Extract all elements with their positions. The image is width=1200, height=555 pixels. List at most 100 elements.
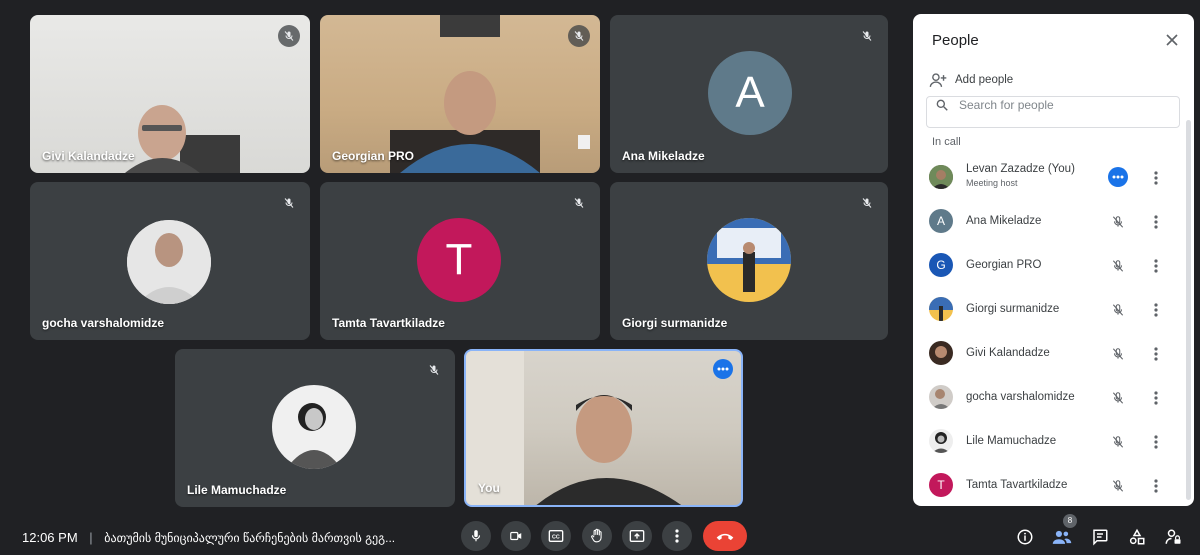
tile-tamta-tavartkiladze[interactable]: T Tamta Tavartkiladze: [320, 182, 600, 340]
present-button[interactable]: [622, 521, 652, 551]
avatar: T: [929, 473, 953, 497]
captions-icon: CC: [548, 530, 564, 542]
tile-name: Givi Kalandadze: [42, 149, 135, 163]
camera-button[interactable]: [501, 521, 531, 551]
participant-row[interactable]: gocha varshalomidze: [913, 376, 1183, 420]
mic-muted-icon[interactable]: [1107, 431, 1129, 453]
muted-icon: [568, 192, 590, 214]
participant-menu-button[interactable]: [1149, 475, 1163, 497]
people-count-badge: 8: [1063, 514, 1077, 528]
more-horiz-icon: [1112, 175, 1124, 179]
tile-gocha-varshalomidze[interactable]: gocha varshalomidze: [30, 182, 310, 340]
participant-name: Lile Mamuchadze: [966, 435, 1057, 447]
tile-name: You: [478, 481, 500, 495]
mic-muted-icon[interactable]: [1107, 211, 1129, 233]
more-options-button[interactable]: [713, 359, 733, 379]
participant-menu-button[interactable]: [1149, 211, 1163, 233]
participant-name: Levan Zazadze (You): [966, 163, 1075, 175]
participant-menu-button[interactable]: [1149, 431, 1163, 453]
meeting-details-button[interactable]: [1012, 524, 1038, 550]
muted-icon: [278, 192, 300, 214]
host-controls-button[interactable]: [1160, 524, 1186, 550]
svg-text:CC: CC: [552, 535, 560, 541]
mic-icon: [471, 530, 481, 542]
search-placeholder: Search for people: [959, 98, 1054, 112]
more-vert-icon: [1154, 303, 1158, 317]
participant-options-button[interactable]: [1108, 167, 1128, 187]
more-vert-icon: [1154, 347, 1158, 361]
search-people-input[interactable]: Search for people: [926, 96, 1180, 128]
participant-menu-button[interactable]: [1149, 387, 1163, 409]
participant-row[interactable]: A Ana Mikeladze: [913, 200, 1183, 244]
panel-scrollbar[interactable]: [1186, 120, 1191, 500]
participant-menu-button[interactable]: [1149, 255, 1163, 277]
tile-giorgi-surmanidze[interactable]: Giorgi surmanidze: [610, 182, 888, 340]
participant-row[interactable]: G Georgian PRO: [913, 244, 1183, 288]
participant-row[interactable]: Givi Kalandadze: [913, 332, 1183, 376]
more-options-button[interactable]: [662, 521, 692, 551]
tile-georgian-pro[interactable]: Georgian PRO: [320, 15, 600, 173]
participant-menu-button[interactable]: [1149, 167, 1163, 189]
activities-button[interactable]: [1124, 524, 1150, 550]
leave-call-button[interactable]: [703, 521, 747, 551]
tile-name: Giorgi surmanidze: [622, 316, 728, 330]
lock-person-icon: [1165, 529, 1181, 544]
participant-name: Givi Kalandadze: [966, 347, 1050, 359]
mic-muted-icon[interactable]: [1107, 475, 1129, 497]
tile-name: Georgian PRO: [332, 149, 415, 163]
camera-icon: [510, 531, 522, 541]
microphone-button[interactable]: [461, 521, 491, 551]
close-icon: [1166, 34, 1178, 46]
muted-icon: [856, 25, 878, 47]
muted-icon: [856, 192, 878, 214]
raise-hand-button[interactable]: [582, 521, 612, 551]
tile-name: Ana Mikeladze: [622, 149, 705, 163]
tile-name: gocha varshalomidze: [42, 316, 165, 330]
participant-row[interactable]: Levan Zazadze (You) Meeting host: [913, 156, 1183, 200]
participant-row[interactable]: Giorgi surmanidze: [913, 288, 1183, 332]
chat-button[interactable]: [1087, 524, 1113, 550]
muted-icon: [568, 25, 590, 47]
tile-ana-mikeladze[interactable]: A Ana Mikeladze: [610, 15, 888, 173]
close-panel-button[interactable]: [1162, 30, 1182, 50]
participant-row[interactable]: T Tamta Tavartkiladze: [913, 464, 1183, 506]
more-vert-icon: [675, 529, 679, 543]
more-vert-icon: [1154, 259, 1158, 273]
mic-muted-icon[interactable]: [1107, 387, 1129, 409]
more-vert-icon: [1154, 215, 1158, 229]
meeting-title: ბათუმის მუნიციპალური წარჩენების მართვის …: [104, 531, 396, 545]
tile-you[interactable]: You: [464, 349, 743, 507]
people-icon: [1052, 530, 1072, 544]
participant-row[interactable]: Lile Mamuchadze: [913, 420, 1183, 464]
avatar: [127, 220, 211, 304]
chat-icon: [1093, 529, 1108, 546]
tile-lile-mamuchadze[interactable]: Lile Mamuchadze: [175, 349, 455, 507]
tile-name: Lile Mamuchadze: [187, 483, 287, 497]
avatar: [707, 218, 791, 302]
mic-muted-icon[interactable]: [1107, 343, 1129, 365]
info-icon: [1017, 529, 1033, 545]
in-call-section-label: In call: [932, 136, 961, 148]
captions-button[interactable]: CC: [541, 521, 571, 551]
avatar: A: [929, 209, 953, 233]
participant-role: Meeting host: [966, 178, 1018, 188]
participant-menu-button[interactable]: [1149, 299, 1163, 321]
separator: |: [89, 530, 93, 545]
meeting-info: 12:06 PM | ბათუმის მუნიციპალური წარჩენებ…: [22, 530, 395, 545]
mic-muted-icon[interactable]: [1107, 299, 1129, 321]
participant-video-you: [466, 351, 682, 505]
participant-menu-button[interactable]: [1149, 343, 1163, 365]
tile-givi-kalandadze[interactable]: Givi Kalandadze: [30, 15, 310, 173]
add-people-label: Add people: [955, 74, 1014, 86]
search-icon: [936, 99, 948, 111]
people-button[interactable]: 8: [1049, 514, 1077, 550]
more-vert-icon: [1154, 391, 1158, 405]
avatar: T: [417, 218, 501, 302]
muted-icon: [278, 25, 300, 47]
more-vert-icon: [1154, 479, 1158, 493]
avatar: [929, 297, 953, 321]
avatar: [929, 165, 953, 189]
add-people-button[interactable]: Add people: [929, 72, 1013, 88]
add-person-icon: [929, 73, 947, 88]
mic-muted-icon[interactable]: [1107, 255, 1129, 277]
